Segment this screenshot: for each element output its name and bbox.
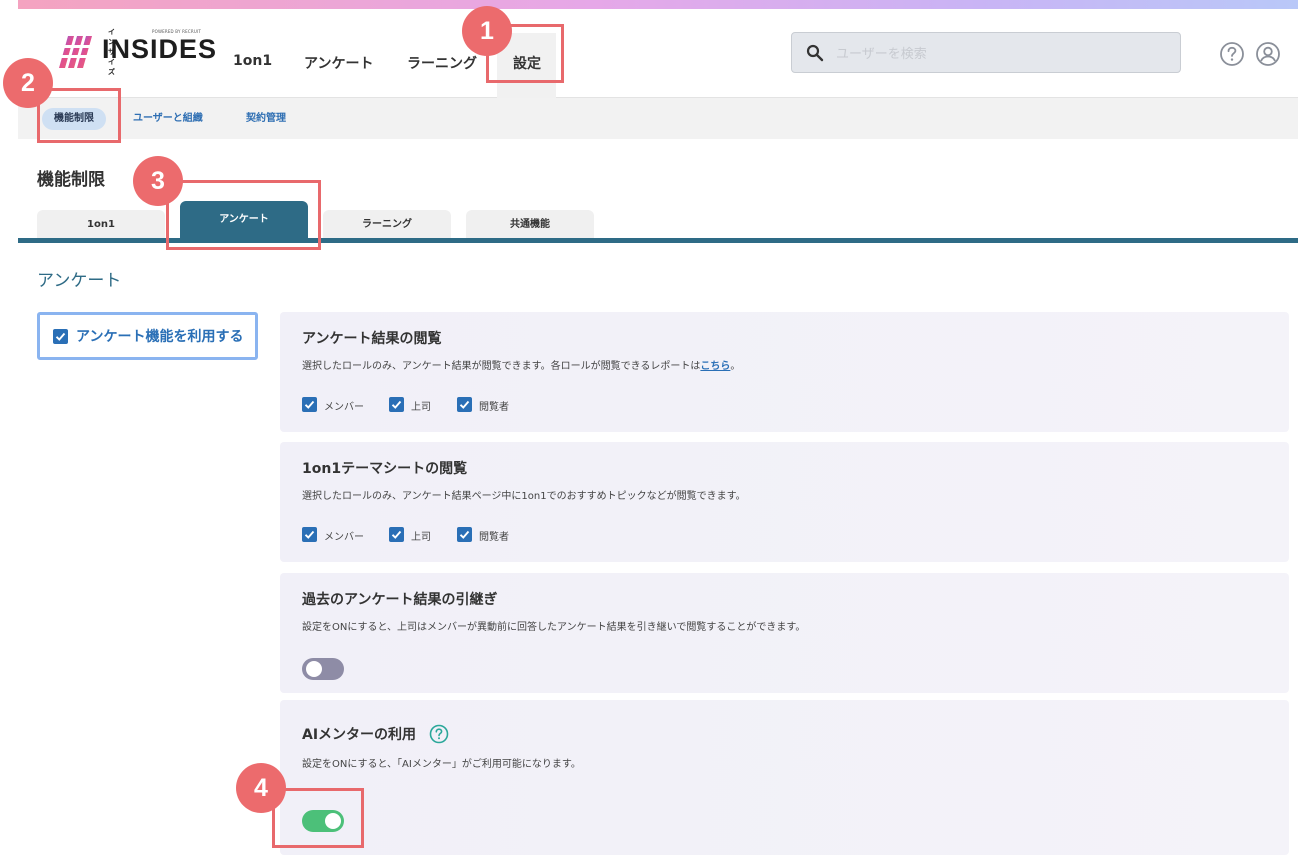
- option-label: メンバー: [324, 402, 364, 413]
- panel-ai-mentor: AIメンターの利用 設定をONにすると、「AIメンター」がご利用可能になります。: [280, 700, 1289, 855]
- enable-survey-label: アンケート機能を利用する: [76, 329, 244, 345]
- help-icon[interactable]: [1219, 41, 1245, 67]
- annotation-badge-4: 4: [236, 763, 286, 813]
- nav-survey[interactable]: アンケート: [304, 53, 373, 73]
- boss-checkbox[interactable]: [389, 527, 404, 542]
- check-icon: [459, 530, 470, 539]
- viewer-checkbox[interactable]: [457, 397, 472, 412]
- report-link[interactable]: こちら: [700, 361, 730, 372]
- panel-description: 選択したロールのみ、アンケート結果ページ中に1on1でのおすすめトピックなどが閲…: [302, 491, 746, 502]
- panel-description: 選択したロールのみ、アンケート結果が閲覧できます。各ロールが閲覧できるレポートは…: [302, 357, 740, 372]
- annotation-box-3: [166, 180, 321, 250]
- option-label: メンバー: [324, 532, 364, 543]
- check-icon: [459, 400, 470, 409]
- app-header: インサイズ POWERED BY RECRUIT INSIDES 1on1 アン…: [18, 9, 1298, 98]
- option-label: 閲覧者: [479, 402, 509, 413]
- panel-desc-end: 。: [730, 361, 741, 372]
- inherit-results-toggle[interactable]: [302, 658, 344, 680]
- tab-1on1[interactable]: 1on1: [37, 210, 165, 239]
- toggle-knob: [306, 661, 322, 677]
- panel-survey-results-view: アンケート結果の閲覧 選択したロールのみ、アンケート結果が閲覧できます。各ロール…: [280, 312, 1289, 432]
- top-gradient-bar: [18, 0, 1298, 9]
- search-icon: [806, 44, 824, 62]
- member-checkbox[interactable]: [302, 397, 317, 412]
- member-checkbox[interactable]: [302, 527, 317, 542]
- panel-description: 設定をONにすると、上司はメンバーが異動前に回答したアンケート結果を引き継いで閲…: [302, 622, 806, 633]
- panel-title: 1on1テーマシートの閲覧: [302, 461, 468, 477]
- ai-mentor-help-icon[interactable]: [429, 724, 449, 744]
- panel-theme-sheet-view: 1on1テーマシートの閲覧 選択したロールのみ、アンケート結果ページ中に1on1…: [280, 442, 1289, 562]
- section-title: アンケート: [37, 271, 122, 291]
- user-search[interactable]: [791, 32, 1181, 73]
- check-icon: [304, 530, 315, 539]
- nav-learning[interactable]: ラーニング: [407, 53, 477, 73]
- panel-desc-text: 選択したロールのみ、アンケート結果が閲覧できます。各ロールが閲覧できるレポートは: [302, 361, 701, 372]
- viewer-checkbox[interactable]: [457, 527, 472, 542]
- search-input[interactable]: [834, 41, 1168, 67]
- tab-common[interactable]: 共通機能: [466, 210, 594, 239]
- settings-subnav: 機能制限 ユーザーと組織 契約管理: [18, 98, 1298, 139]
- panel-inherit-past-results: 過去のアンケート結果の引継ぎ 設定をONにすると、上司はメンバーが異動前に回答し…: [280, 573, 1289, 693]
- option-label: 上司: [411, 532, 431, 543]
- enable-survey-card[interactable]: アンケート機能を利用する: [37, 312, 258, 360]
- check-icon: [391, 400, 402, 409]
- subnav-users-and-org[interactable]: ユーザーと組織: [121, 108, 215, 130]
- panel-description: 設定をONにすると、「AIメンター」がご利用可能になります。: [302, 759, 581, 770]
- nav-1on1[interactable]: 1on1: [233, 53, 272, 69]
- annotation-box-4: [272, 788, 364, 848]
- option-label: 閲覧者: [479, 532, 509, 543]
- check-icon: [391, 530, 402, 539]
- annotation-badge-2: 2: [3, 58, 53, 108]
- annotation-box-2: [37, 88, 121, 143]
- panel-title: 過去のアンケート結果の引継ぎ: [302, 592, 498, 608]
- tab-learning[interactable]: ラーニング: [323, 210, 451, 239]
- user-account-icon[interactable]: [1255, 41, 1281, 67]
- check-icon: [304, 400, 315, 409]
- logo-wordmark: INSIDES: [102, 34, 218, 64]
- check-icon: [55, 332, 66, 341]
- boss-checkbox[interactable]: [389, 397, 404, 412]
- annotation-badge-1: 1: [462, 6, 512, 56]
- page-title: 機能制限: [37, 170, 105, 190]
- subnav-contract[interactable]: 契約管理: [234, 108, 298, 130]
- panel-title: アンケート結果の閲覧: [302, 331, 442, 347]
- logo-mark-icon: [58, 36, 94, 68]
- panel-title: AIメンターの利用: [302, 727, 417, 743]
- option-label: 上司: [411, 402, 431, 413]
- annotation-badge-3: 3: [133, 156, 183, 206]
- enable-survey-checkbox[interactable]: [53, 329, 68, 344]
